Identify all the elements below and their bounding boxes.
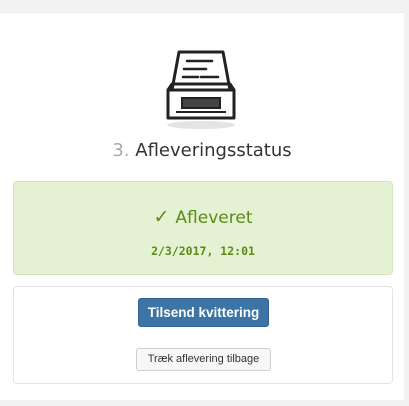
status-date: 2/3/2017, 12:01 (151, 244, 255, 258)
inbox-tray-icon (166, 50, 236, 129)
page-title: 3. Afleveringsstatus (0, 138, 404, 164)
actions-box: Tilsend kvittering Træk aflevering tilba… (13, 286, 393, 384)
right-divider (404, 0, 409, 406)
status-label-row: ✓ Afleveret (14, 205, 392, 230)
status-label: Afleveret (175, 208, 253, 228)
top-divider (0, 0, 409, 12)
bottom-divider (0, 400, 409, 406)
checkmark-icon: ✓ (153, 206, 170, 228)
status-box: ✓ Afleveret 2/3/2017, 12:01 (13, 181, 393, 275)
withdraw-submission-button[interactable]: Træk aflevering tilbage (136, 348, 271, 371)
title-text: Afleveringsstatus (135, 140, 292, 161)
step-number: 3. (112, 140, 130, 161)
send-receipt-button[interactable]: Tilsend kvittering (138, 298, 269, 327)
